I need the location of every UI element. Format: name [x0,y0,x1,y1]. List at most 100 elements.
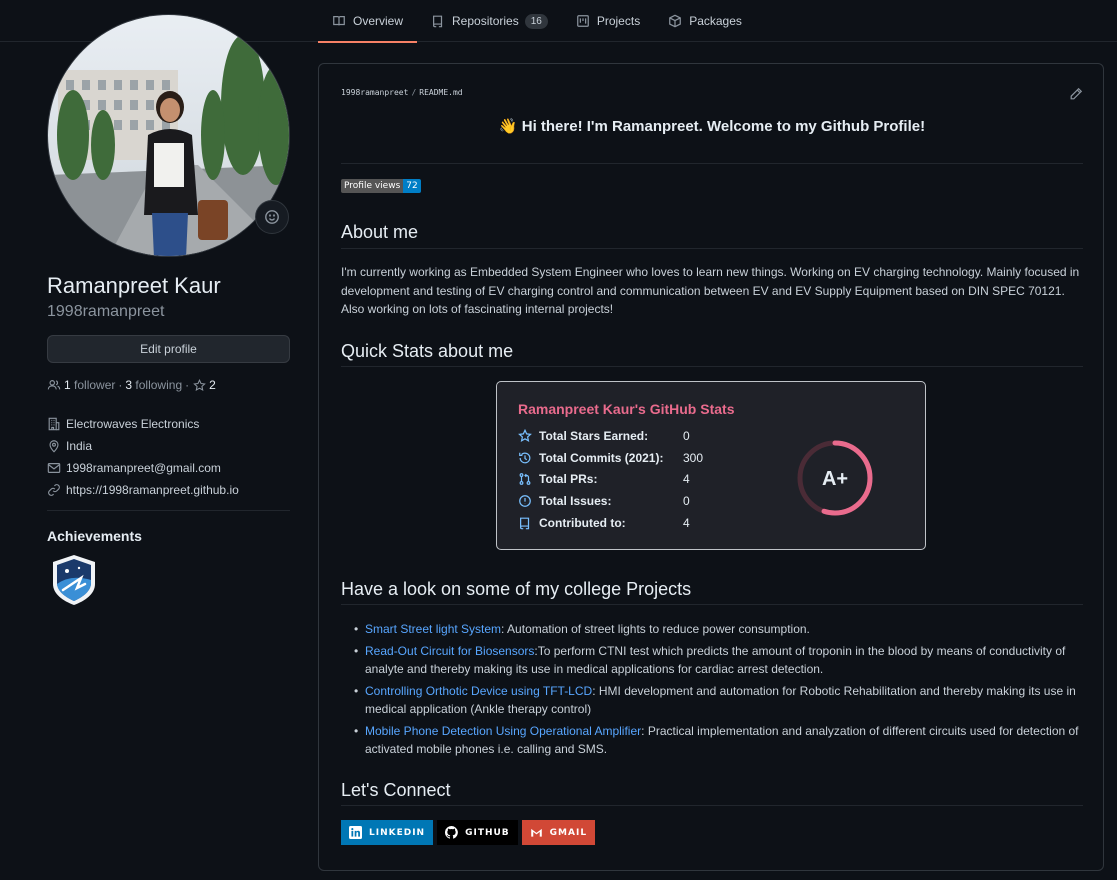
stat-value: 4 [683,472,690,486]
profile-username: 1998ramanpreet [47,303,165,320]
website-text: https://1998ramanpreet.github.io [66,483,239,497]
linkedin-badge[interactable]: LINKEDIN [341,820,434,845]
list-item: Read-Out Circuit for Biosensors:To perfo… [354,642,1084,679]
sidebar-divider [47,510,290,511]
profile-readme: 1998ramanpreet / README.md 👋 Hi there! I'm… [318,63,1104,871]
tab-projects-label: Projects [596,14,641,28]
email-text: 1998ramanpreet@gmail.com [66,461,221,475]
avatar[interactable] [47,14,290,257]
stat-value: 4 [683,516,690,530]
tab-overview[interactable]: Overview [318,0,418,43]
stat-row-contributed: Contributed to: 4 [518,515,690,531]
stat-label: Contributed to: [539,516,626,530]
stat-row-stars: Total Stars Earned: 0 [518,428,690,444]
location-icon [49,440,59,453]
gmail-icon [530,828,542,837]
gmail-badge[interactable]: GMAIL [521,820,596,845]
location-text: India [66,439,93,453]
stat-label: Total PRs: [539,472,598,486]
connect-badges: LINKEDIN GITHUB GMAIL [341,820,596,845]
projects-divider [341,604,1083,605]
followers-count: 1 [64,378,71,392]
about-heading: About me [341,222,419,242]
github-icon [445,826,458,839]
repositories-count-badge: 16 [524,13,548,29]
project-link[interactable]: Read-Out Circuit for Biosensors [365,644,534,658]
company-text: Electrowaves Electronics [66,417,200,431]
rank-circle: A+ [797,440,873,516]
stat-row-issues: Total Issues: 0 [518,493,690,509]
tab-packages-label: Packages [689,14,742,28]
edit-profile-button[interactable]: Edit profile [47,335,290,363]
tab-overview-label: Overview [353,14,404,28]
github-stats-card: Ramanpreet Kaur's GitHub Stats Total Sta… [496,381,926,550]
connect-heading: Let's Connect [341,780,451,800]
profile-views-count: 72 [403,179,421,193]
project-link[interactable]: Smart Street light System [365,622,501,636]
separator-dot: · [185,378,190,392]
profile-views-label: Profile views [341,179,404,193]
project-description: : Automation of street lights to reduce … [501,622,810,636]
tab-projects[interactable]: Projects [562,0,654,42]
readme-path: 1998ramanpreet / README.md [341,88,463,97]
stat-label: Total Stars Earned: [539,429,649,443]
profile-sidebar: Ramanpreet Kaur 1998ramanpreet Edit prof… [47,14,290,605]
smiley-icon [265,210,279,224]
pull-request-icon [519,473,531,485]
readme-path-separator: / [411,88,417,97]
set-status-button[interactable] [255,200,289,234]
repo-icon [433,15,443,28]
stats-card-title: Ramanpreet Kaur's GitHub Stats [518,401,735,417]
project-link[interactable]: Mobile Phone Detection Using Operational… [365,724,641,738]
profile-details: Electrowaves Electronics India 1998raman… [47,413,239,501]
readme-greeting: 👋 Hi there! I'm Ramanpreet. Welcome to m… [498,118,926,135]
achievements-title: Achievements [47,528,142,544]
stars-link[interactable]: 2 [193,378,216,392]
profile-location: India [47,435,239,457]
tab-repositories[interactable]: Repositories 16 [417,0,562,42]
profile-website[interactable]: https://1998ramanpreet.github.io [47,479,239,501]
stat-row-commits: Total Commits (2021): 300 [518,450,703,466]
profile-company: Electrowaves Electronics [47,413,239,435]
gmail-label: GMAIL [549,827,588,838]
readme-path-user[interactable]: 1998ramanpreet [341,88,408,97]
avatar-photo [48,15,289,256]
stat-value: 300 [683,451,704,465]
tab-packages[interactable]: Packages [654,0,756,42]
stats-divider [341,366,1083,367]
organization-icon [48,417,60,431]
stats-heading: Quick Stats about me [341,341,514,361]
following-label: following [135,378,183,392]
star-icon [193,378,206,391]
history-icon [519,452,531,464]
profile-full-name: Ramanpreet Kaur [47,273,221,298]
followers-label: follower [74,378,116,392]
readme-divider [341,163,1083,164]
following-link[interactable]: 3 following [125,378,182,392]
project-link[interactable]: Controlling Orthotic Device using TFT-LC… [365,684,592,698]
package-icon [669,14,682,28]
project-icon [576,15,589,27]
book-icon [333,16,345,26]
profile-views-badge: Profile views 72 [341,179,421,193]
achievement-badge-icon[interactable] [51,554,97,606]
list-item: Mobile Phone Detection Using Operational… [354,722,1084,759]
github-badge[interactable]: GITHUB [437,820,518,845]
tab-repositories-label: Repositories [452,14,519,28]
stat-label: Total Commits (2021): [539,451,664,465]
connect-divider [341,805,1083,806]
followers-link[interactable]: 1 follower [64,378,115,392]
follow-stats: 1 follower · 3 following · 2 [47,378,216,392]
edit-readme-pencil-icon[interactable] [1069,87,1083,101]
issue-icon [519,495,531,507]
stat-value: 0 [683,429,690,443]
people-icon [47,380,61,390]
list-item: Controlling Orthotic Device using TFT-LC… [354,682,1084,719]
readme-path-file[interactable]: README.md [419,88,462,97]
linkedin-icon [349,826,362,839]
profile-email[interactable]: 1998ramanpreet@gmail.com [47,457,239,479]
linkedin-label: LINKEDIN [369,827,426,838]
following-count: 3 [125,378,133,392]
projects-heading: Have a look on some of my college Projec… [341,579,692,599]
repo-icon [520,517,530,530]
